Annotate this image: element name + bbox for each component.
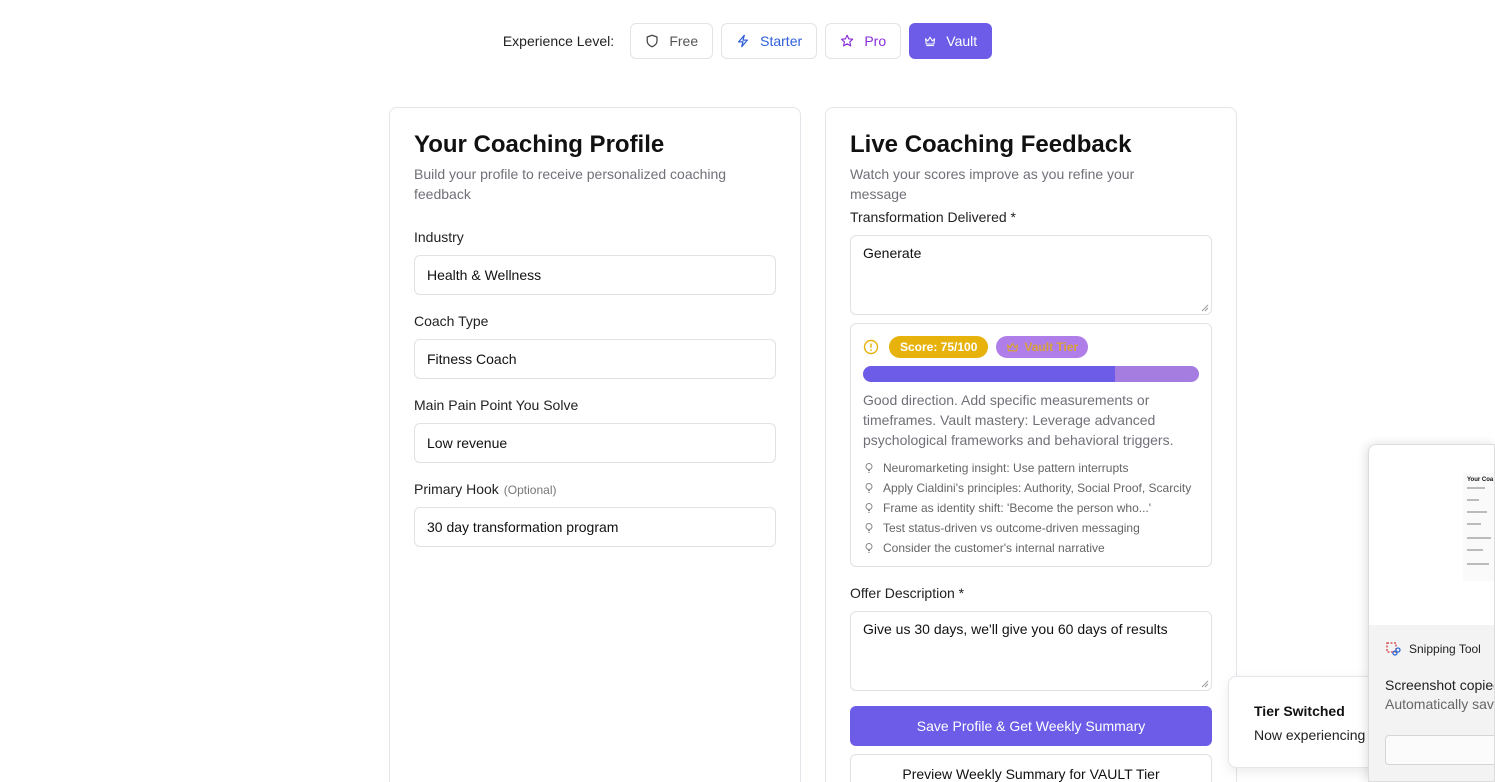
screenshot-preview[interactable]: Your Coa <box>1369 445 1494 625</box>
tip-item: Test status-driven vs outcome-driven mes… <box>863 518 1191 538</box>
profile-title: Your Coaching Profile <box>414 131 665 158</box>
star-icon <box>841 34 854 47</box>
feedback-subtitle: Watch your scores improve as you refine … <box>850 166 1135 202</box>
tier-starter-label: Starter <box>760 33 803 49</box>
preview-summary-button[interactable]: Preview Weekly Summary for VAULT Tier <box>850 754 1212 782</box>
coach-type-input[interactable]: Fitness Coach <box>414 339 776 379</box>
offer-textarea[interactable]: Give us 30 days, we'll give you 60 days … <box>850 611 1212 691</box>
tip-text: Apply Cialdini's principles: Authority, … <box>883 481 1192 495</box>
tier-starter-button[interactable]: Starter <box>721 23 818 59</box>
thumbnail-line <box>1467 487 1485 489</box>
tip-item: Consider the customer's internal narrati… <box>863 538 1191 558</box>
lightbulb-icon <box>865 483 873 493</box>
tier-vault-label: Vault <box>946 33 978 49</box>
save-profile-button[interactable]: Save Profile & Get Weekly Summary <box>850 706 1212 746</box>
tip-text: Neuromarketing insight: Use pattern inte… <box>883 461 1129 475</box>
transformation-label: Transformation Delivered * <box>850 209 1016 225</box>
thumbnail-title: Your Coa <box>1467 477 1494 483</box>
feedback-message: Good direction. Add specific measurement… <box>863 392 1174 448</box>
profile-subtitle: Build your profile to receive personaliz… <box>414 166 727 202</box>
snipping-tool-header: Snipping Tool <box>1385 641 1481 657</box>
live-feedback-card: Live Coaching Feedback Watch your scores… <box>825 107 1237 782</box>
tip-text: Frame as identity shift: 'Become the per… <box>883 501 1152 515</box>
screenshot-thumbnail: Your Coa <box>1463 473 1494 581</box>
snipping-tool-notification[interactable]: Your Coa Snipping Tool Screenshot copied… <box>1368 444 1495 782</box>
industry-label: Industry <box>414 229 464 245</box>
snipping-tool-action-button[interactable] <box>1385 735 1494 765</box>
resize-handle-icon[interactable] <box>1201 680 1209 688</box>
crown-icon <box>1007 342 1019 351</box>
transformation-value: Generate <box>863 245 922 261</box>
vault-tier-badge: Vault Tier <box>996 336 1089 358</box>
thumbnail-line <box>1467 537 1491 539</box>
snipping-tool-detail: Automatically save <box>1385 696 1495 712</box>
thumbnail-line <box>1467 549 1483 551</box>
lightbulb-icon <box>865 543 873 553</box>
transformation-textarea[interactable]: Generate <box>850 235 1212 315</box>
tip-text: Test status-driven vs outcome-driven mes… <box>883 521 1140 535</box>
tier-vault-button[interactable]: Vault <box>909 23 993 59</box>
score-progress-fill <box>863 366 1115 382</box>
vault-tier-badge-label: Vault Tier <box>1024 340 1079 354</box>
optional-tag: (Optional) <box>503 483 557 497</box>
snipping-tool-message: Screenshot copied <box>1385 677 1495 693</box>
lightbulb-icon <box>865 523 873 533</box>
tip-text: Consider the customer's internal narrati… <box>883 541 1105 555</box>
snipping-tool-name: Snipping Tool <box>1409 642 1481 656</box>
offer-value: Give us 30 days, we'll give you 60 days … <box>863 621 1168 637</box>
tier-free-label: Free <box>669 33 699 49</box>
tip-item: Apply Cialdini's principles: Authority, … <box>863 478 1191 498</box>
alert-circle-icon <box>863 339 879 355</box>
score-progress-bar <box>863 366 1199 382</box>
tips-list: Neuromarketing insight: Use pattern inte… <box>863 458 1191 558</box>
primary-hook-label: Primary Hook (Optional) <box>414 481 556 497</box>
shield-icon <box>646 34 658 48</box>
coach-type-label: Coach Type <box>414 313 489 329</box>
tier-free-button[interactable]: Free <box>630 23 714 59</box>
lightbulb-icon <box>865 463 873 473</box>
experience-level-label: Experience Level: <box>502 33 615 49</box>
offer-label: Offer Description * <box>850 585 965 601</box>
pain-point-label: Main Pain Point You Solve <box>414 397 579 413</box>
pain-point-input[interactable]: Low revenue <box>414 423 776 463</box>
scissors-icon <box>1386 642 1401 656</box>
tier-pro-button[interactable]: Pro <box>825 23 902 59</box>
tier-pro-label: Pro <box>864 33 887 49</box>
tier-switched-toast: Tier Switched Now experiencing <box>1228 676 1388 768</box>
lightbulb-icon <box>865 503 873 513</box>
primary-hook-label-text: Primary Hook <box>414 481 499 497</box>
score-badge: Score: 75/100 <box>889 336 989 358</box>
thumbnail-line <box>1467 563 1489 565</box>
thumbnail-line <box>1467 523 1481 525</box>
score-feedback-panel: Score: 75/100 Vault Tier Good direction.… <box>850 323 1212 567</box>
feedback-title: Live Coaching Feedback <box>850 131 1132 158</box>
primary-hook-input[interactable]: 30 day transformation program <box>414 507 776 547</box>
tip-item: Frame as identity shift: 'Become the per… <box>863 498 1191 518</box>
lightning-icon <box>738 34 749 48</box>
resize-handle-icon[interactable] <box>1201 304 1209 312</box>
coaching-profile-card: Your Coaching Profile Build your profile… <box>389 107 801 782</box>
thumbnail-line <box>1467 511 1487 513</box>
tip-item: Neuromarketing insight: Use pattern inte… <box>863 458 1191 478</box>
industry-input[interactable]: Health & Wellness <box>414 255 776 295</box>
experience-level-bar: Experience Level: Free Starter Pro Vault <box>0 23 1495 59</box>
thumbnail-line <box>1467 499 1479 501</box>
crown-icon <box>925 36 936 47</box>
